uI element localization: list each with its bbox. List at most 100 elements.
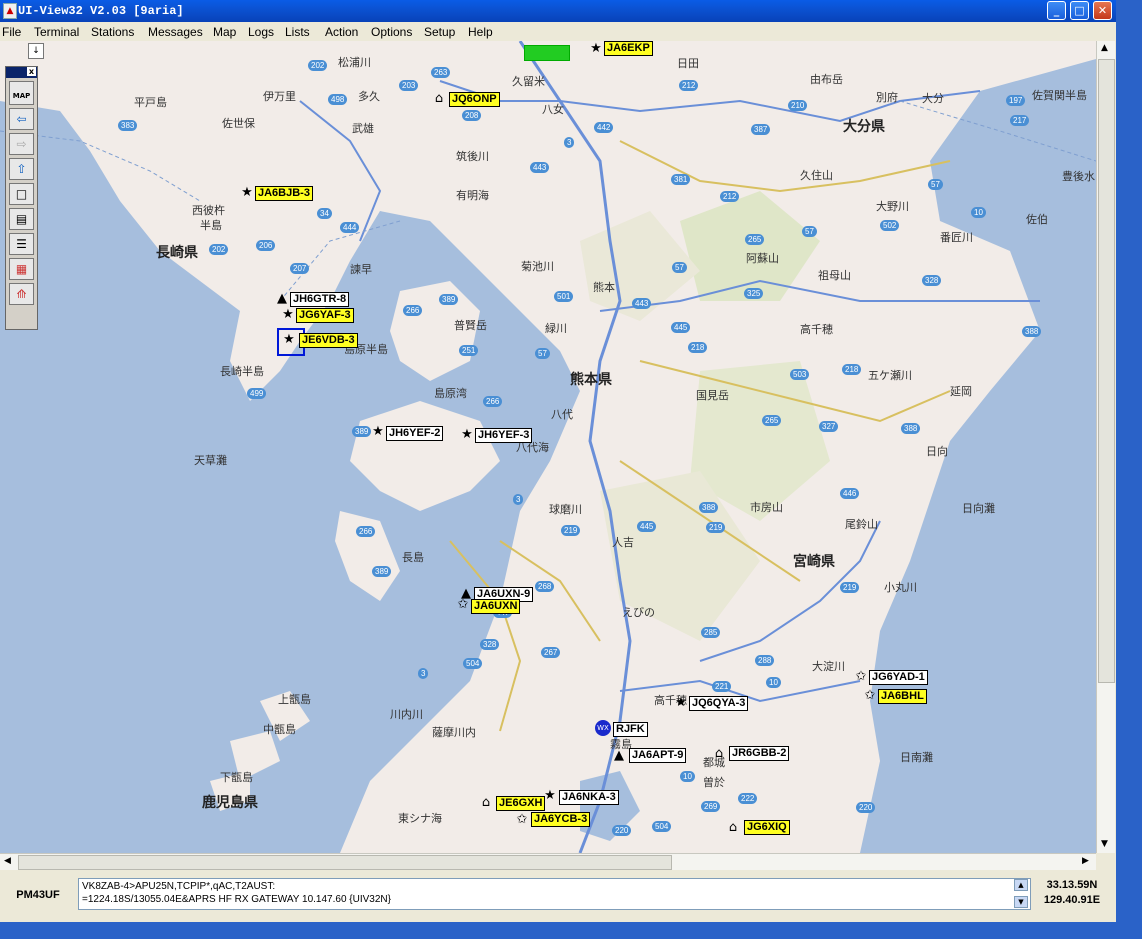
menu-setup[interactable]: Setup [424,24,455,40]
menu-lists[interactable]: Lists [285,24,310,40]
station-label[interactable]: JA6EKP [604,41,653,56]
route-badge: 212 [720,191,740,202]
menu-map[interactable]: Map [213,24,236,40]
menu-help[interactable]: Help [468,24,493,40]
menu-stations[interactable]: Stations [91,24,134,40]
star-icon[interactable]: ✩ [853,669,869,685]
message-scroll-down-icon[interactable]: ▼ [1014,896,1028,908]
message-line: VK8ZAB-4>APU25N,TCPIP*,qAC,T2AUST: [82,881,276,892]
maximize-button[interactable]: □ [1070,1,1089,20]
latitude-readout: 33.13.59N [1046,879,1098,891]
document-icon[interactable]: ☰ [9,233,34,255]
star-icon[interactable]: ✩ [455,597,471,613]
route-badge: 269 [701,801,721,812]
message-monitor[interactable]: VK8ZAB-4>APU25N,TCPIP*,qAC,T2AUST: =1224.… [78,878,1031,910]
menu-file[interactable]: File [2,24,21,40]
station-icon[interactable]: ★ [459,427,475,443]
place-label: 緑川 [545,323,567,335]
station-label[interactable]: JR6GBB-2 [729,746,790,761]
message-scroll-up-icon[interactable]: ▲ [1014,879,1028,891]
place-label: 普賢岳 [454,320,487,332]
up-arrow-icon[interactable]: ⇧ [9,158,34,180]
route-badge: 265 [762,415,782,426]
route-badge: 388 [901,423,921,434]
menu-terminal[interactable]: Terminal [34,24,79,40]
station-label[interactable]: JA6YCB-3 [531,812,591,827]
tower-icon[interactable]: ⟰ [9,283,34,305]
car-icon[interactable]: ▲ [274,291,290,307]
station-label[interactable]: JQ6QYA-3 [689,696,749,711]
forward-arrow-icon[interactable]: ⇨ [9,133,34,155]
toolbar-close-button[interactable]: x [27,67,36,76]
scroll-left-icon[interactable]: ◀ [4,856,11,866]
star-icon[interactable]: ✩ [862,688,878,704]
route-badge: 285 [701,627,721,638]
house-icon[interactable]: ⌂ [725,820,741,836]
station-label[interactable]: JH6YEF-2 [386,426,444,441]
star-icon[interactable]: ✩ [514,812,530,828]
minimize-button[interactable]: _ [1047,1,1066,20]
station-label[interactable]: JH6GTR-8 [290,292,350,307]
station-icon[interactable]: ★ [370,424,386,440]
car-icon[interactable]: ▲ [611,748,627,764]
menu-action[interactable]: Action [325,24,358,40]
route-badge: 218 [842,364,862,375]
scroll-right-icon[interactable]: ▶ [1082,856,1089,866]
house-icon[interactable]: ⌂ [478,795,494,811]
station-label[interactable]: JE6VDB-3 [299,333,358,348]
station-label[interactable]: JG6XIQ [744,820,790,835]
place-label: 八代海 [516,442,549,454]
station-label[interactable]: RJFK [613,722,648,737]
back-arrow-icon[interactable]: ⇦ [9,108,34,130]
vertical-scrollbar[interactable]: ▲ ▼ [1096,41,1115,853]
collapse-toolbar-button[interactable]: ↓ [28,43,44,59]
station-label[interactable]: JA6NKA-3 [559,790,619,805]
route-badge: 206 [256,240,276,251]
station-label[interactable]: JA6APT-9 [629,748,687,763]
route-badge: 381 [671,174,691,185]
horizontal-scroll-thumb[interactable] [18,855,672,870]
route-badge: 388 [1022,326,1042,337]
vertical-scroll-thumb[interactable] [1098,59,1115,683]
station-icon[interactable]: ★ [239,185,255,201]
menu-options[interactable]: Options [371,24,412,40]
station-icon[interactable]: ★ [588,41,604,57]
place-label: 松浦川 [338,57,371,69]
menu-messages[interactable]: Messages [148,24,203,40]
window-icon[interactable]: □ [9,183,34,205]
station-icon[interactable]: ★ [673,695,689,711]
place-label: 薩摩川内 [432,727,476,739]
map-view[interactable]: 松浦川 平戸島 伊万里 多久 久留米 日田 由布岳 別府 大分 佐賀関半島 佐世… [0,41,1096,853]
calendar-icon[interactable]: ▦ [9,258,34,280]
station-label[interactable]: JH6YEF-3 [475,428,533,443]
house-icon[interactable]: ⌂ [431,91,447,107]
station-label[interactable]: JQ6ONP [449,92,500,107]
map-button[interactable]: MAP [9,81,34,105]
route-badge: 444 [340,222,360,233]
computer-icon[interactable]: ▤ [9,208,34,230]
place-label: 阿蘇山 [746,253,779,265]
horizontal-scrollbar[interactable]: ◀ ▶ [0,853,1096,871]
station-label[interactable]: JG6YAF-3 [296,308,354,323]
station-icon[interactable]: ★ [280,307,296,323]
station-label[interactable]: JA6BHL [878,689,927,704]
house-icon[interactable]: ⌂ [711,746,727,762]
route-badge: 504 [463,658,483,669]
station-label[interactable]: JG6YAD-1 [869,670,928,685]
station-label[interactable]: JA6UXN [471,599,521,614]
scroll-up-icon[interactable]: ▲ [1101,43,1108,53]
weather-icon[interactable]: WX [595,720,611,736]
toolbar-titlebar[interactable]: x [6,67,37,78]
close-button[interactable]: ✕ [1093,1,1112,20]
station-label[interactable]: JE6GXH [496,796,546,811]
menu-logs[interactable]: Logs [248,24,274,40]
place-label: 大分県 [843,120,885,135]
route-badge: 57 [672,262,687,273]
title-bar[interactable]: ▲ UI-View32 V2.03 [9aria] _ □ ✕ [0,0,1116,22]
station-label[interactable]: JA6BJB-3 [255,186,313,201]
route-badge: 217 [1010,115,1030,126]
scroll-down-icon[interactable]: ▼ [1101,839,1108,849]
app-icon: ▲ [3,3,17,19]
station-icon[interactable]: ★ [281,332,297,348]
route-badge: 442 [594,122,614,133]
